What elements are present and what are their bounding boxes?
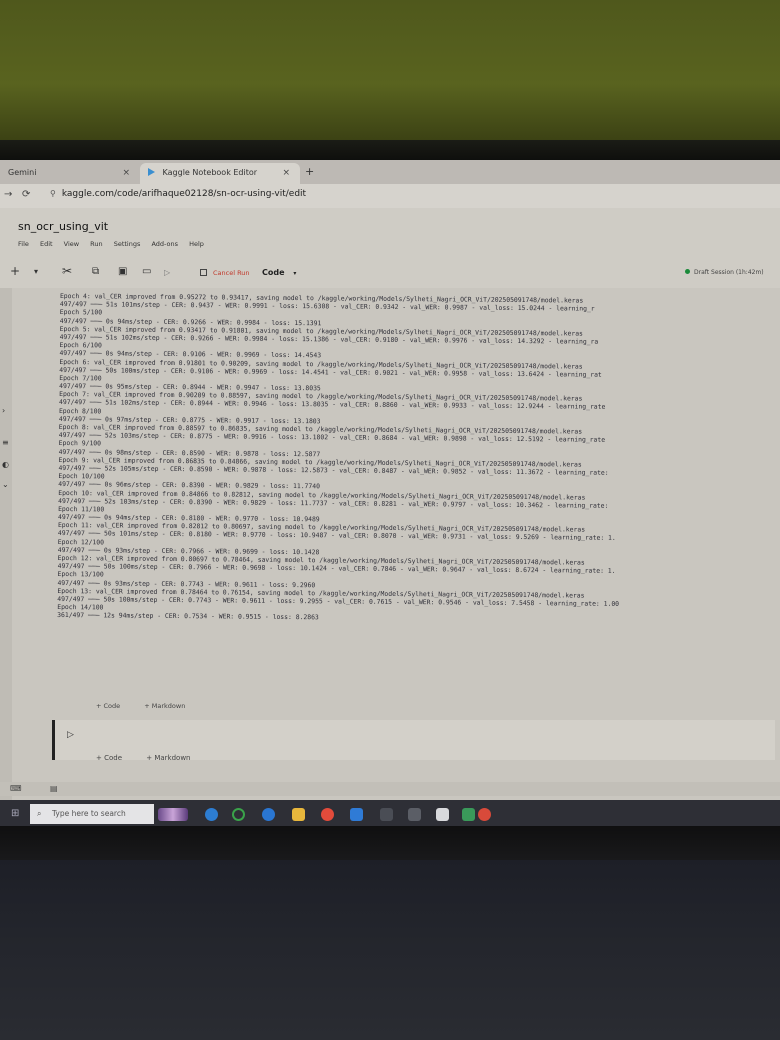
chrome-icon[interactable] (478, 808, 491, 821)
list-icon[interactable]: ≡ (2, 438, 9, 447)
stop-icon (200, 269, 207, 276)
green-app-icon[interactable] (462, 808, 475, 821)
search-placeholder: Type here to search (52, 809, 126, 818)
session-status[interactable]: Draft Session (1h:42m) (685, 269, 764, 276)
chevron-right-icon[interactable]: › (2, 406, 5, 415)
cell-type-select[interactable]: Code ▾ (262, 268, 296, 277)
folder-icon[interactable] (292, 808, 305, 821)
menu-run[interactable]: Run (90, 240, 102, 248)
url-text: kaggle.com/code/arifhaque02128/sn-ocr-us… (61, 189, 307, 199)
circle-app-icon[interactable] (232, 808, 245, 821)
menu-file[interactable]: File (18, 240, 29, 248)
monitor-screen: Gemini × Kaggle Notebook Editor × + → ⟳ … (0, 160, 780, 830)
address-bar: → ⟳ ⚲ kaggle.com/code/arifhaque02128/sn-o… (0, 184, 780, 208)
run-cell-icon[interactable]: ▷ (67, 730, 74, 740)
cell-type-label: Code (262, 268, 285, 277)
url-field[interactable]: ⚲ kaggle.com/code/arifhaque02128/sn-ocr-u… (50, 189, 306, 199)
notepad-icon[interactable] (436, 808, 449, 821)
zoom-icon[interactable] (262, 808, 275, 821)
widgets-icon[interactable] (158, 808, 188, 821)
back-icon[interactable]: → (4, 189, 12, 200)
tab-gemini[interactable]: Gemini × (0, 163, 140, 184)
tab-label: Gemini (8, 168, 37, 177)
palette-icon[interactable]: ◐ (2, 460, 9, 469)
add-code-button[interactable]: + Code (96, 702, 120, 710)
chevron-down-icon[interactable]: ⌄ (2, 480, 9, 489)
close-icon[interactable]: × (122, 163, 130, 183)
status-dot-icon (685, 269, 690, 274)
site-info-icon[interactable]: ⚲ (50, 189, 56, 198)
chrome-icon[interactable] (321, 808, 334, 821)
chevron-down-icon[interactable]: ▾ (34, 267, 38, 276)
chevron-down-icon: ▾ (293, 270, 297, 277)
add-code-button[interactable]: + Code (96, 754, 122, 762)
terminal-app-icon[interactable] (380, 808, 393, 821)
menu-edit[interactable]: Edit (40, 240, 53, 248)
copy-icon[interactable]: ⧉ (92, 266, 99, 277)
paste-icon[interactable]: ▣ (118, 266, 127, 277)
cancel-run-button[interactable]: Cancel Run (200, 269, 250, 277)
add-cell-buttons: + Code + Markdown (96, 702, 207, 710)
new-tab-button[interactable]: + (305, 165, 314, 178)
kaggle-favicon-icon (148, 168, 155, 176)
windows-start-icon[interactable]: ⊞ (11, 808, 19, 819)
kaggle-header: sn_ocr_using_vit File Edit View Run Sett… (0, 208, 780, 288)
vscode-icon[interactable] (350, 808, 363, 821)
notebook-menu: File Edit View Run Settings Add-ons Help (18, 240, 213, 248)
cut-icon[interactable]: ✂ (62, 264, 72, 278)
add-cell-icon[interactable]: + (10, 264, 20, 278)
background-wall (0, 0, 780, 140)
browser-tab-bar: Gemini × Kaggle Notebook Editor × + (0, 160, 780, 184)
search-icon: ⌕ (37, 809, 42, 818)
terminal-icon[interactable]: ⌨ (10, 784, 22, 793)
session-label: Draft Session (1h:42m) (694, 269, 764, 276)
taskbar-search[interactable]: ⌕ Type here to search (30, 804, 154, 824)
notebook-title[interactable]: sn_ocr_using_vit (18, 220, 108, 233)
menu-view[interactable]: View (64, 240, 79, 248)
reload-icon[interactable]: ⟳ (22, 189, 30, 200)
add-markdown-button[interactable]: + Markdown (146, 754, 190, 762)
add-cell-buttons: + Code + Markdown (96, 754, 213, 762)
console-icon[interactable]: ▤ (50, 784, 58, 793)
tab-kaggle-notebook-editor[interactable]: Kaggle Notebook Editor × (140, 163, 300, 184)
menu-add-ons[interactable]: Add-ons (151, 240, 178, 248)
notebook-status-bar: ⌨ ▤ (0, 782, 780, 796)
run-icon[interactable]: ▷ (164, 268, 170, 277)
cancel-run-label: Cancel Run (213, 269, 250, 277)
tab-label: Kaggle Notebook Editor (162, 168, 258, 177)
menu-settings[interactable]: Settings (114, 240, 141, 248)
close-icon[interactable]: × (282, 163, 290, 183)
notebook-toolbar: + ▾ ✂ ⧉ ▣ ▭ ▷ Cancel Run Code ▾ Draft Se… (10, 262, 780, 284)
menu-help[interactable]: Help (189, 240, 204, 248)
app-icon[interactable] (408, 808, 421, 821)
left-sidebar: › ≡ ◐ ⌄ (0, 288, 12, 830)
add-markdown-button[interactable]: + Markdown (144, 702, 185, 710)
edge-icon[interactable] (205, 808, 218, 821)
expand-icon[interactable]: ▭ (142, 266, 151, 277)
monitor-bezel-top (0, 140, 780, 162)
cell-output: Epoch 4: val_CER improved from 0.95272 t… (56, 292, 780, 718)
desk-surface (0, 860, 780, 1040)
